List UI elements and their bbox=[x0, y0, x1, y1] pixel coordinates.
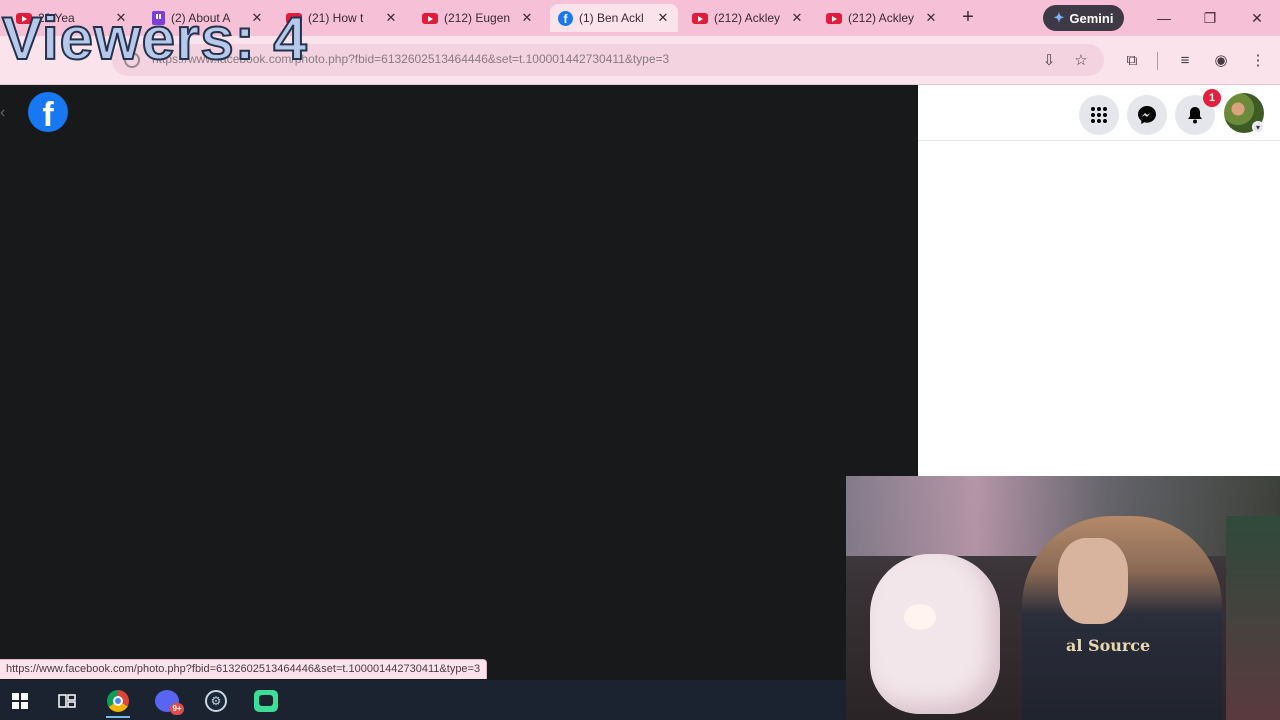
tab-title: (21) How t bbox=[308, 11, 364, 25]
tab-title: (212) Eugen bbox=[444, 11, 511, 25]
plush-toy bbox=[870, 554, 1000, 714]
task-view-icon bbox=[58, 694, 76, 708]
menu-grid-button[interactable] bbox=[1079, 95, 1119, 135]
bell-icon bbox=[1188, 107, 1202, 124]
toolbar-divider bbox=[1157, 52, 1158, 70]
tab-5-active[interactable]: f (1) Ben Ackl ✕ bbox=[550, 4, 678, 32]
close-window-button[interactable]: ✕ bbox=[1245, 6, 1269, 30]
tab-title: (212) Ackley bbox=[714, 11, 781, 25]
streamer-face bbox=[1058, 538, 1128, 624]
webcam-overlay: al Source bbox=[846, 476, 1280, 720]
streamer bbox=[1022, 516, 1222, 720]
close-icon[interactable]: ✕ bbox=[384, 10, 398, 26]
shirt-text: al Source bbox=[1066, 636, 1151, 655]
windows-logo-icon bbox=[12, 693, 28, 709]
notification-count-badge: 1 bbox=[1203, 89, 1221, 107]
menu-kebab-icon[interactable]: ⋮ bbox=[1247, 50, 1269, 72]
windows-taskbar: 9+ ⚙ bbox=[0, 680, 846, 720]
gemini-sparkle-icon: ✦ bbox=[1053, 10, 1065, 25]
facebook-icon: f bbox=[558, 10, 573, 26]
youtube-icon bbox=[826, 12, 842, 24]
discord-icon: 9+ bbox=[155, 690, 184, 715]
chevron-down-icon[interactable]: ▾ bbox=[1252, 121, 1264, 133]
chrome-icon bbox=[107, 690, 129, 712]
tab-title: (1) Ben Ackl bbox=[579, 11, 644, 25]
tab-title: (212) Ackley bbox=[848, 11, 915, 25]
minimize-button[interactable]: — bbox=[1152, 6, 1176, 30]
start-button[interactable] bbox=[0, 684, 40, 718]
photo-sidebar bbox=[918, 85, 1280, 476]
tab-6[interactable]: (212) Ackley ✕ bbox=[684, 4, 812, 32]
steam-icon: ⚙ bbox=[205, 690, 227, 712]
bookmark-star-icon[interactable]: ☆ bbox=[1070, 50, 1092, 72]
taskbar-steam[interactable]: ⚙ bbox=[196, 684, 236, 718]
gemini-button[interactable]: ✦ Gemini bbox=[1043, 5, 1124, 31]
taskbar-chrome[interactable] bbox=[98, 684, 138, 718]
new-tab-button[interactable]: + bbox=[958, 7, 978, 28]
taskbar-discord[interactable]: 9+ bbox=[147, 684, 187, 718]
webcam-background-right bbox=[1226, 516, 1280, 720]
restore-button[interactable]: ❐ bbox=[1198, 6, 1222, 30]
youtube-icon bbox=[692, 12, 708, 24]
task-view-button[interactable] bbox=[47, 684, 87, 718]
app-icon bbox=[254, 690, 278, 712]
youtube-icon bbox=[422, 12, 438, 24]
link-status-bubble: https://www.facebook.com/photo.php?fbid=… bbox=[0, 659, 488, 679]
extensions-icon[interactable]: ⧉ bbox=[1121, 50, 1143, 72]
photo-viewer[interactable] bbox=[0, 85, 918, 680]
media-control-icon[interactable]: ≡ bbox=[1174, 50, 1196, 72]
taskbar-app[interactable] bbox=[246, 684, 286, 718]
tab-7[interactable]: (212) Ackley ✕ bbox=[818, 4, 946, 32]
gemini-label: Gemini bbox=[1069, 10, 1114, 26]
close-icon[interactable]: ✕ bbox=[656, 10, 670, 26]
grid-icon bbox=[1091, 107, 1107, 123]
tab-4[interactable]: (212) Eugen ✕ bbox=[414, 4, 542, 32]
chevron-left-icon[interactable]: ‹ bbox=[0, 104, 10, 122]
messenger-button[interactable] bbox=[1127, 95, 1167, 135]
messenger-icon bbox=[1138, 106, 1156, 124]
close-icon[interactable]: ✕ bbox=[924, 10, 938, 26]
install-app-icon[interactable]: ⇩ bbox=[1038, 50, 1060, 72]
close-icon[interactable]: ✕ bbox=[520, 10, 534, 26]
viewer-count-overlay: Viewers: 4 bbox=[1, 4, 308, 73]
plush-face bbox=[904, 604, 936, 630]
close-icon[interactable]: ✕ bbox=[790, 10, 804, 26]
facebook-logo-icon[interactable]: f bbox=[28, 92, 68, 134]
screen: 28 Yea ✕ (2) About A ✕ (21) How t ✕ (212… bbox=[0, 0, 1280, 720]
profile-icon[interactable]: ◉ bbox=[1210, 50, 1232, 72]
